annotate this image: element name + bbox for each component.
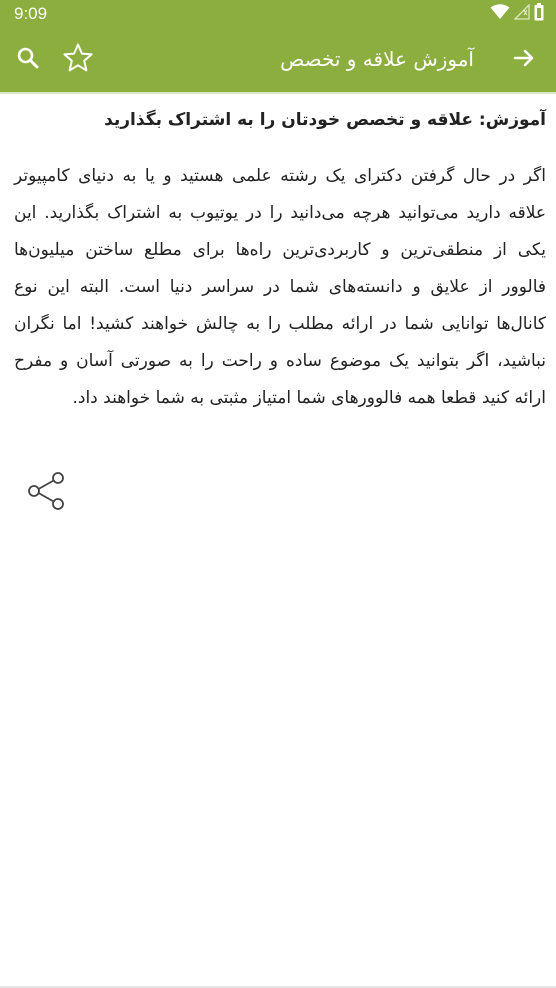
signal-icon [513,3,530,24]
share-icon [26,472,68,516]
battery-icon [534,3,544,25]
search-button[interactable] [8,40,48,80]
article-body: اگر در حال گرفتن دکترای یک رشته علمی هست… [14,166,546,408]
wifi-icon [490,4,510,24]
page-title: آموزش علاقه و تخصص [280,47,474,71]
divider [0,92,556,94]
star-icon [62,42,94,78]
back-button[interactable] [504,40,544,80]
article-heading: آموزش: علاقه و تخصص خودتان را به اشتراک … [104,110,546,130]
status-time: 9:09 [14,4,48,23]
favorite-button[interactable] [58,40,98,80]
article-content: آموزش: علاقه و تخصص خودتان را به اشتراک … [14,104,546,434]
share-button[interactable] [26,470,68,512]
back-arrow-icon [512,46,536,74]
status-bar: 9:09 [0,0,556,28]
status-icons [490,3,544,25]
search-icon [16,46,40,74]
app-bar: آموزش علاقه و تخصص [0,28,556,92]
